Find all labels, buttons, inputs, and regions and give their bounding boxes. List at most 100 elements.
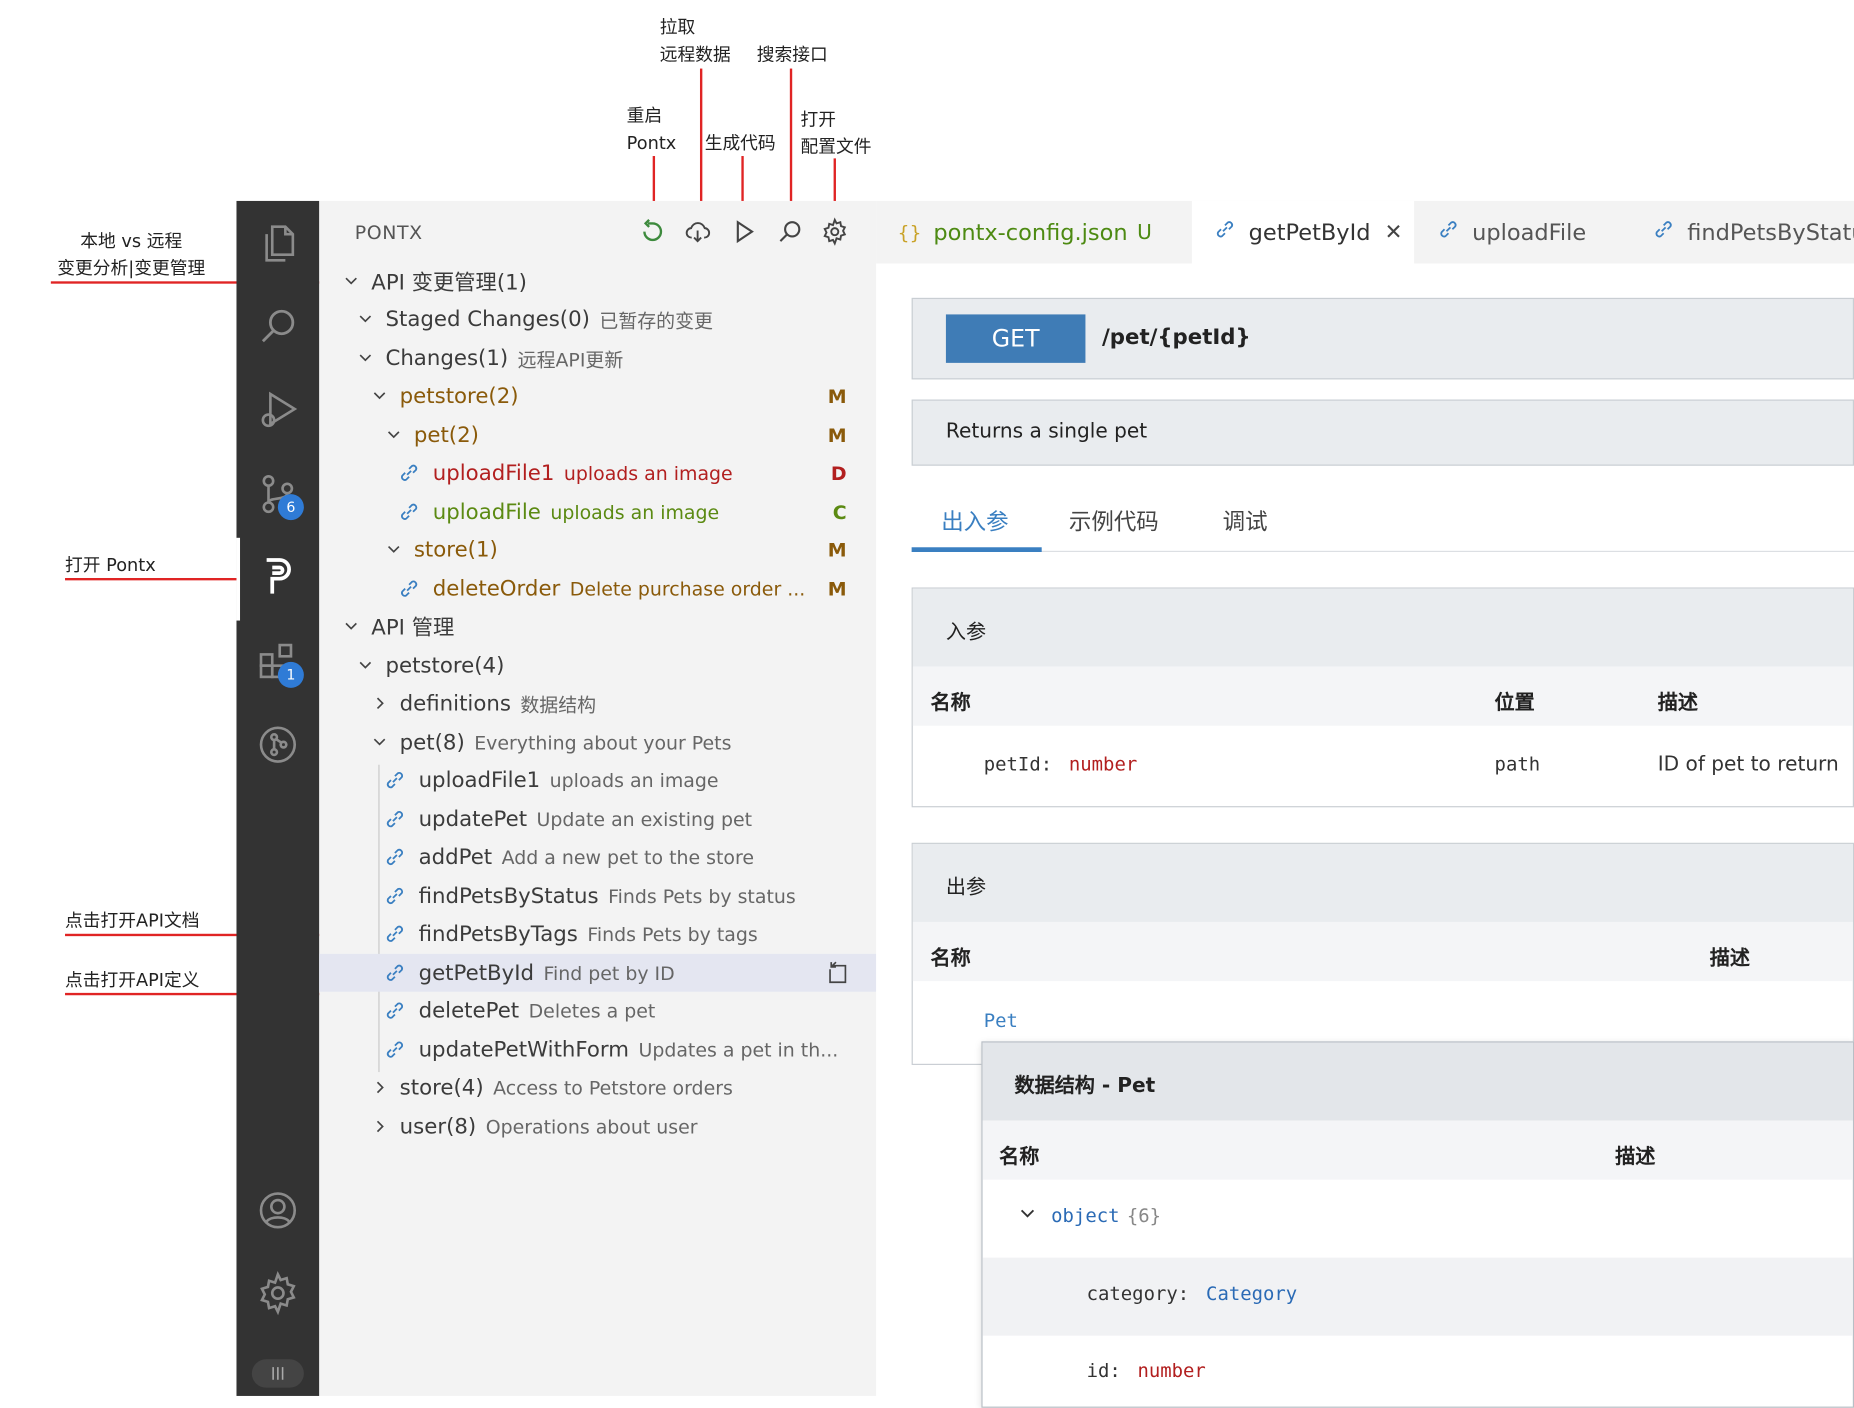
open-definition-icon[interactable] xyxy=(824,959,852,987)
subtab-example-code[interactable]: 示例代码 xyxy=(1069,505,1159,537)
tab-findpetsbystatus[interactable]: findPetsByStatu xyxy=(1631,201,1854,264)
annotation-local-vs-remote: 本地 vs 远程 变更分析|变更管理 xyxy=(51,228,212,282)
tab-status: U xyxy=(1137,220,1152,245)
search-api-icon[interactable] xyxy=(776,217,809,250)
params-title: 入参 xyxy=(945,620,987,645)
annotation-open-config: 打开 配置文件 xyxy=(800,106,871,160)
annotation-restart: 重启 Pontx xyxy=(627,103,677,157)
chevron-down-icon[interactable] xyxy=(1018,1204,1037,1228)
tree-api-manage-root[interactable]: API 管理 xyxy=(319,608,876,646)
tree-item-description: Operations about user xyxy=(485,1115,698,1138)
annotation-text: 变更分析|变更管理 xyxy=(57,257,206,279)
tree-api-addpet[interactable]: addPet Add a new pet to the store xyxy=(319,838,876,876)
chevron-down-icon xyxy=(343,618,371,635)
tree-item-label: getPetById xyxy=(418,960,535,986)
tree-item-description: Deletes a pet xyxy=(528,999,656,1022)
response-type-link[interactable]: Pet xyxy=(984,1009,1018,1031)
config-gear-icon[interactable] xyxy=(821,217,854,250)
restart-icon[interactable] xyxy=(638,217,671,250)
git-graph-icon[interactable] xyxy=(252,719,304,771)
tree-staged-changes[interactable]: Staged Changes(0) 已暂存的变更 xyxy=(319,300,876,338)
adjust-icon[interactable] xyxy=(251,1359,304,1388)
chevron-down-icon xyxy=(343,273,371,290)
chevron-down-icon xyxy=(371,388,399,405)
tree-item-description: Finds Pets by tags xyxy=(587,922,758,946)
link-icon xyxy=(1437,217,1461,247)
tree-item-description: Updates a pet in th... xyxy=(638,1038,839,1061)
tree-api-deletepet[interactable]: deletePet Deletes a pet xyxy=(319,992,876,1030)
link-icon xyxy=(383,807,418,831)
extensions-icon[interactable]: 1 xyxy=(252,636,304,688)
tree-api-updatepet[interactable]: updatePet Update an existing pet xyxy=(319,800,876,838)
param-name: petId: xyxy=(983,752,1053,776)
col-name: 名称 xyxy=(930,946,971,971)
schema-table-head xyxy=(982,1120,1853,1180)
endpoint-header: GET /pet/{petId} xyxy=(911,297,1854,380)
col-description: 描述 xyxy=(1657,691,1698,716)
annotation-open-api-doc: 点击打开API文档 xyxy=(65,910,200,932)
tree-api-uploadfile1[interactable]: uploadFile1 uploads an image xyxy=(319,761,876,799)
tab-label: uploadFile xyxy=(1472,219,1587,246)
tree-store[interactable]: store(4) Access to Petstore orders xyxy=(319,1069,876,1107)
tree-item-label: petstore(4) xyxy=(385,653,505,678)
tree-user[interactable]: user(8) Operations about user xyxy=(319,1108,876,1146)
api-doc-view: GET /pet/{petId} Returns a single pet 出入… xyxy=(876,263,1854,1408)
tree-item-description: Access to Petstore orders xyxy=(493,1076,733,1099)
subtab-params[interactable]: 出入参 xyxy=(941,505,1008,537)
annotation-text: 远程数据 xyxy=(659,43,731,66)
tree-change-uploadfile1[interactable]: uploadFile1 uploads an image D xyxy=(319,454,876,492)
explorer-icon[interactable] xyxy=(252,217,304,269)
subtab-debug[interactable]: 调试 xyxy=(1223,505,1268,537)
tree-change-store[interactable]: store(1) M xyxy=(319,531,876,569)
param-description: ID of pet to return xyxy=(1657,752,1839,777)
tree-change-deleteorder[interactable]: deleteOrder Delete purchase order ... M xyxy=(319,570,876,608)
cloud-download-icon[interactable] xyxy=(683,217,716,250)
annotation-text: Pontx xyxy=(626,132,677,154)
source-control-icon[interactable]: 6 xyxy=(252,468,304,521)
tab-getpetbyid[interactable]: getPetById ✕ xyxy=(1191,200,1415,264)
tree-item-description: Add a new pet to the store xyxy=(501,845,754,869)
change-status-badge: D xyxy=(830,461,847,485)
pointer-line xyxy=(699,68,703,216)
col-name: 名称 xyxy=(999,1145,1040,1169)
tree-change-uploadfile[interactable]: uploadFile uploads an image C xyxy=(319,493,876,531)
field-name: category: xyxy=(1086,1282,1190,1305)
response-title: 出参 xyxy=(945,875,987,900)
annotation-text: 配置文件 xyxy=(800,135,872,158)
tree-changes[interactable]: Changes(1) 远程API更新 xyxy=(319,339,876,377)
search-icon[interactable] xyxy=(252,300,304,352)
chevron-right-icon xyxy=(371,1118,399,1135)
tab-pontx-config[interactable]: {} pontx-config.json U xyxy=(876,201,1191,264)
annotation-text: 打开 xyxy=(800,108,836,131)
tree-definitions[interactable]: definitions 数据结构 xyxy=(319,684,876,722)
tree-item-label: uploadFile1 xyxy=(418,767,541,793)
tree-petstore[interactable]: petstore(4) xyxy=(319,647,876,685)
settings-gear-icon[interactable] xyxy=(252,1267,304,1319)
tree-api-getpetbyid[interactable]: getPetById Find pet by ID xyxy=(319,953,877,992)
summary-panel: Returns a single pet xyxy=(911,399,1854,466)
tree-change-petstore[interactable]: petstore(2) M xyxy=(319,377,876,415)
tree-item-description: uploads an image xyxy=(549,768,719,792)
field-type[interactable]: Category xyxy=(1206,1282,1297,1304)
tree-api-findpetsbystatus[interactable]: findPetsByStatus Finds Pets by status xyxy=(319,877,876,915)
tree-pet[interactable]: pet(8) Everything about your Pets xyxy=(319,723,876,761)
tree-item-label: updatePetWithForm xyxy=(418,1037,630,1063)
tree-change-pet[interactable]: pet(2) M xyxy=(319,416,876,454)
link-icon xyxy=(383,922,418,946)
tree-item-label: findPetsByStatus xyxy=(418,883,599,909)
tab-uploadfile[interactable]: uploadFile xyxy=(1415,201,1628,264)
run-debug-icon[interactable] xyxy=(252,383,304,435)
account-icon[interactable] xyxy=(252,1184,304,1236)
tree-item-label: API 变更管理(1) xyxy=(371,270,527,296)
close-icon[interactable]: ✕ xyxy=(1385,220,1403,245)
pointer-line xyxy=(789,68,793,216)
annotation-text: 本地 vs 远程 xyxy=(80,230,183,252)
tree-api-findpetsbytags[interactable]: findPetsByTags Finds Pets by tags xyxy=(319,915,876,953)
pontx-icon[interactable] xyxy=(252,551,304,603)
endpoint-path: /pet/{petId} xyxy=(1101,325,1251,350)
change-status-badge: M xyxy=(827,538,847,561)
tree-api-updatepetwithform[interactable]: updatePetWithForm Updates a pet in th... xyxy=(319,1031,876,1069)
run-icon[interactable] xyxy=(730,217,763,250)
col-location: 位置 xyxy=(1494,691,1535,716)
tree-api-change-root[interactable]: API 变更管理(1) xyxy=(319,262,876,300)
